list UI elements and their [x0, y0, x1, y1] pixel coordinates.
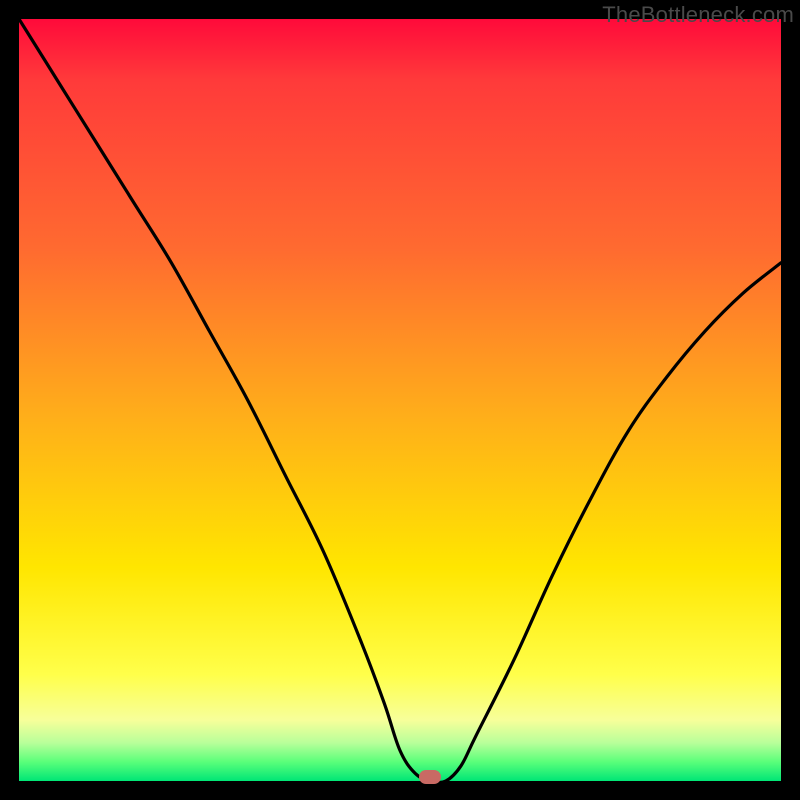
bottleneck-curve: [19, 19, 781, 781]
watermark-text: TheBottleneck.com: [602, 2, 794, 28]
chart-frame: TheBottleneck.com: [0, 0, 800, 800]
plot-area: [19, 19, 781, 781]
optimal-point-marker: [419, 770, 441, 784]
